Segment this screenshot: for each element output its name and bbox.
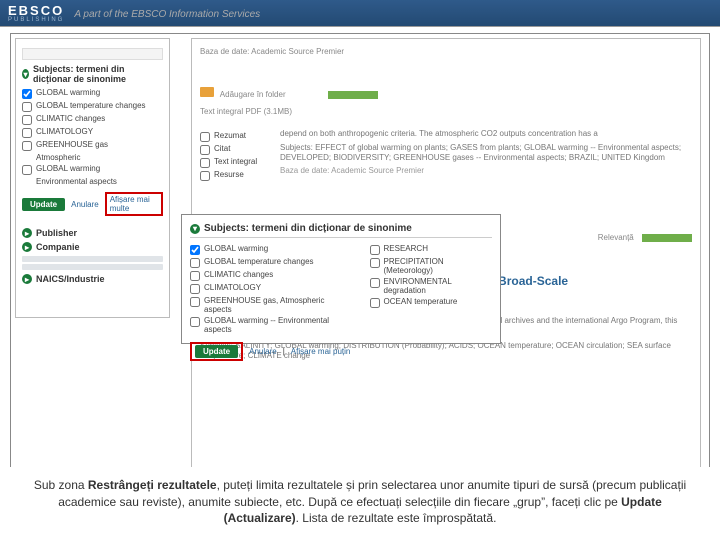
facet-cb[interactable]: [22, 165, 32, 175]
caption: Sub zona Restrângeți rezultatele, puteți…: [0, 467, 720, 540]
article-desc: depend on both anthropogenic criteria. T…: [280, 129, 692, 139]
chevron-icon: ▸: [22, 242, 32, 252]
chevron-icon: ▸: [22, 274, 32, 284]
divider: [0, 26, 720, 27]
blur-bar: [22, 48, 163, 60]
article-db: Baza de date: Academic Source Premier: [280, 166, 692, 176]
facet-publisher[interactable]: ▸ Publisher: [22, 228, 163, 238]
logo-subtext: PUBLISHING: [8, 17, 64, 23]
facet-companie[interactable]: ▸ Companie: [22, 242, 163, 252]
popup-cb[interactable]: [370, 258, 380, 268]
popup-title: ▾ Subjects: termeni din dicționar de sin…: [190, 223, 492, 238]
blur-line: [22, 256, 163, 262]
facet-index[interactable]: ▸ NAICS/Industrie: [22, 274, 163, 284]
popup-cb[interactable]: [190, 297, 200, 307]
filter-cb[interactable]: [200, 145, 210, 155]
popup-cb[interactable]: [190, 284, 200, 294]
filter-cb[interactable]: [200, 171, 210, 181]
screenshot-canvas: Baza de date: Academic Source Premier Ad…: [10, 33, 710, 475]
chevron-down-icon: ▾: [22, 69, 29, 79]
tagline: A part of the EBSCO Information Services: [74, 9, 260, 20]
sidebar-facets: ▾ Subjects: termeni din dicționar de sin…: [15, 38, 170, 318]
facet-cb[interactable]: [22, 89, 32, 99]
article-subjects: Subjects: EFFECT of global warming on pl…: [280, 143, 692, 164]
thesaurus-popup: ▾ Subjects: termeni din dicționar de sin…: [181, 214, 501, 344]
facet-title[interactable]: ▾ Subjects: termeni din dicționar de sin…: [22, 64, 163, 84]
popup-cb[interactable]: [190, 245, 200, 255]
folder-icon: [200, 87, 214, 97]
relevance-bar: [642, 234, 692, 242]
caption-bold: Restrângeți rezultatele: [88, 478, 217, 492]
popup-fewer-link[interactable]: Afișare mai puțin: [291, 347, 351, 356]
popup-cb[interactable]: [370, 278, 380, 288]
logo: EBSCO PUBLISHING: [8, 4, 64, 23]
app-header: EBSCO PUBLISHING A part of the EBSCO Inf…: [0, 0, 720, 26]
logo-text: EBSCO: [8, 4, 64, 17]
add-folder-link[interactable]: Adăugare în folder: [220, 90, 286, 99]
chevron-down-icon: ▾: [190, 224, 200, 234]
show-more-link[interactable]: Afișare mai multe: [105, 192, 163, 216]
popup-cancel-link[interactable]: Anulare: [249, 347, 277, 356]
facet-cb[interactable]: [22, 128, 32, 138]
filter-cb[interactable]: [200, 158, 210, 168]
blur-line: [22, 264, 163, 270]
facet-cb[interactable]: [22, 102, 32, 112]
popup-cb[interactable]: [370, 245, 380, 255]
facet-cb[interactable]: [22, 141, 32, 151]
cancel-link[interactable]: Anulare: [71, 200, 99, 209]
fulltext-link[interactable]: Text integral PDF (3.1MB): [200, 107, 692, 117]
popup-cb[interactable]: [190, 271, 200, 281]
db-label: Baza de date: Academic Source Premier: [200, 47, 692, 57]
facet-cb[interactable]: [22, 115, 32, 125]
popup-cb[interactable]: [190, 317, 200, 327]
update-button[interactable]: Update: [22, 198, 65, 211]
highlight-bar: [328, 91, 378, 99]
popup-update-button[interactable]: Update: [195, 345, 238, 358]
chevron-icon: ▸: [22, 228, 32, 238]
popup-cb[interactable]: [370, 298, 380, 308]
relevance-label: Relevanță: [598, 233, 634, 242]
popup-cb[interactable]: [190, 258, 200, 268]
filter-cb[interactable]: [200, 132, 210, 142]
